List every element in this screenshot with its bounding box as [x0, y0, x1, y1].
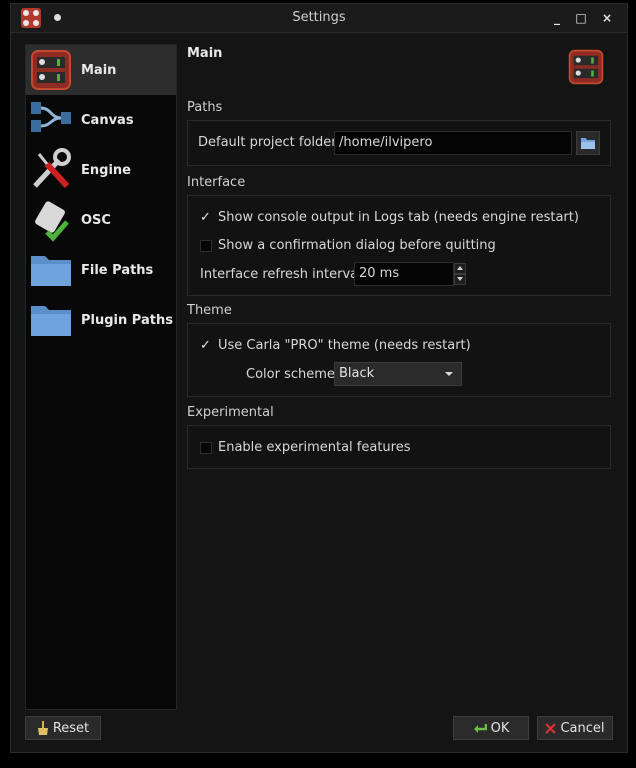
- experimental-section-title: Experimental: [187, 405, 274, 420]
- refresh-interval-label: Interface refresh interval:: [200, 267, 367, 282]
- paths-section-title: Paths: [187, 100, 223, 115]
- cancel-label: Cancel: [560, 720, 605, 736]
- canvas-icon: [29, 98, 75, 142]
- enable-experimental-checkbox[interactable]: [200, 442, 212, 454]
- chevron-down-icon: [445, 372, 453, 376]
- sidebar-item-label: Plugin Paths: [81, 312, 173, 328]
- settings-window: Settings _ □ × Main Canvas Engine OSC Fi…: [10, 3, 628, 753]
- broom-icon: [37, 721, 48, 735]
- page-title: Main: [187, 46, 223, 61]
- osc-plugin-icon: [29, 198, 75, 242]
- default-folder-label: Default project folder:: [198, 135, 341, 150]
- confirm-quit-checkbox[interactable]: [200, 240, 212, 252]
- main-app-icon: [567, 48, 605, 86]
- main-app-icon: [29, 48, 75, 92]
- confirm-quit-label: Show a confirmation dialog before quitti…: [218, 238, 496, 253]
- minimize-button[interactable]: _: [547, 8, 567, 28]
- theme-section-title: Theme: [187, 303, 232, 318]
- ok-button[interactable]: OK: [453, 716, 529, 740]
- show-console-checkbox[interactable]: ✓: [200, 211, 212, 224]
- close-button[interactable]: ×: [597, 8, 617, 28]
- default-folder-input[interactable]: /home/ilvipero: [334, 131, 572, 155]
- sidebar-item-main[interactable]: Main: [26, 45, 176, 95]
- browse-folder-button[interactable]: [576, 131, 600, 155]
- sidebar-item-label: Engine: [81, 162, 131, 178]
- folder-icon: [29, 248, 75, 292]
- refresh-interval-spinbox[interactable]: 20 ms: [354, 262, 454, 286]
- use-pro-theme-checkbox[interactable]: ✓: [200, 339, 212, 352]
- window-title: Settings: [292, 10, 346, 25]
- ok-label: OK: [490, 720, 510, 736]
- ok-arrow-icon: [473, 724, 487, 733]
- sidebar-item-label: OSC: [81, 212, 111, 228]
- reset-button[interactable]: Reset: [25, 716, 101, 740]
- cancel-button[interactable]: Cancel: [537, 716, 613, 740]
- show-console-label: Show console output in Logs tab (needs e…: [218, 210, 579, 225]
- sidebar-item-label: Canvas: [81, 112, 134, 128]
- title-bar: Settings _ □ ×: [11, 4, 627, 33]
- folder-icon: [29, 298, 75, 342]
- settings-sidebar: Main Canvas Engine OSC File Paths Plugin…: [25, 44, 177, 710]
- spin-down-button[interactable]: [454, 274, 466, 285]
- theme-group: ✓ Use Carla "PRO" theme (needs restart) …: [187, 323, 611, 397]
- engine-tools-icon: [29, 148, 75, 192]
- close-icon: [545, 722, 557, 734]
- reset-label: Reset: [52, 720, 90, 736]
- sidebar-item-canvas[interactable]: Canvas: [26, 95, 176, 145]
- sidebar-item-label: Main: [81, 62, 117, 78]
- enable-experimental-label: Enable experimental features: [218, 440, 411, 455]
- sidebar-item-osc[interactable]: OSC: [26, 195, 176, 245]
- sidebar-item-plugin-paths[interactable]: Plugin Paths: [26, 295, 176, 345]
- use-pro-theme-label: Use Carla "PRO" theme (needs restart): [218, 338, 471, 353]
- sidebar-item-file-paths[interactable]: File Paths: [26, 245, 176, 295]
- maximize-button[interactable]: □: [571, 8, 591, 28]
- sidebar-item-label: File Paths: [81, 262, 154, 278]
- spin-up-button[interactable]: [454, 263, 466, 274]
- paths-group: Default project folder: /home/ilvipero: [187, 120, 611, 166]
- experimental-group: Enable experimental features: [187, 425, 611, 469]
- sidebar-item-engine[interactable]: Engine: [26, 145, 176, 195]
- interface-section-title: Interface: [187, 175, 246, 190]
- color-scheme-select[interactable]: Black: [334, 362, 462, 386]
- color-scheme-label: Color scheme:: [246, 367, 340, 382]
- settings-content: Main Paths Default project folder: /home…: [185, 44, 615, 710]
- folder-open-icon: [581, 138, 595, 149]
- color-scheme-value: Black: [339, 366, 375, 381]
- interface-group: ✓ Show console output in Logs tab (needs…: [187, 195, 611, 296]
